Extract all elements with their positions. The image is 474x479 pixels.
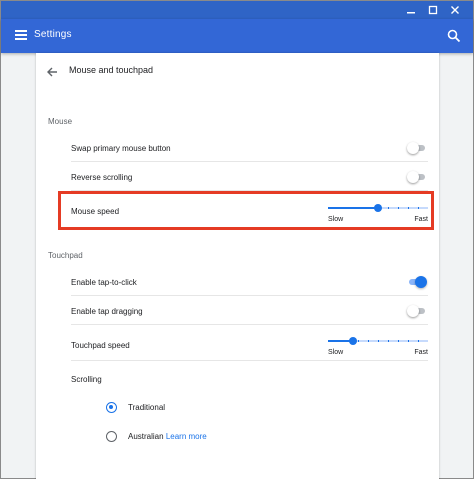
settings-card: Mouse and touchpad Mouse Swap primary mo… bbox=[36, 53, 439, 479]
tap-to-click-label: Enable tap-to-click bbox=[71, 278, 137, 287]
radio-australian[interactable] bbox=[106, 431, 117, 442]
tap-dragging-toggle[interactable] bbox=[407, 305, 427, 317]
highlight-box bbox=[58, 191, 434, 230]
slider-slow-label: Slow bbox=[328, 349, 344, 356]
slider-tick bbox=[408, 340, 409, 342]
hamburger-menu-icon[interactable] bbox=[15, 30, 27, 42]
slider-tick bbox=[388, 340, 389, 342]
slider-tick bbox=[378, 340, 379, 342]
touchpad-speed-slider[interactable]: Slow Fast bbox=[328, 336, 428, 360]
page-title: Mouse and touchpad bbox=[69, 65, 154, 75]
slider-tick bbox=[398, 340, 399, 342]
reverse-scrolling-label: Reverse scrolling bbox=[71, 173, 133, 182]
slider-tick bbox=[348, 340, 349, 342]
section-label-mouse: Mouse bbox=[48, 117, 73, 126]
reverse-scrolling-toggle[interactable] bbox=[407, 171, 427, 183]
page-header: Mouse and touchpad bbox=[36, 53, 439, 89]
slider-thumb[interactable] bbox=[349, 337, 357, 345]
slider-tick bbox=[358, 340, 359, 342]
scrolling-label: Scrolling bbox=[71, 375, 102, 384]
radio-traditional-label: Traditional bbox=[128, 403, 166, 412]
maximize-button[interactable] bbox=[425, 2, 441, 18]
divider bbox=[71, 360, 428, 361]
divider bbox=[71, 324, 428, 325]
app-bar: Settings bbox=[1, 19, 473, 53]
app-title: Settings bbox=[34, 29, 72, 40]
slider-tick bbox=[418, 340, 419, 342]
minimize-icon bbox=[407, 12, 415, 14]
slider-fast-label: Fast bbox=[414, 349, 428, 356]
section-label-touchpad: Touchpad bbox=[48, 251, 83, 260]
learn-more-link[interactable]: Learn more bbox=[166, 432, 207, 441]
back-arrow-icon[interactable] bbox=[46, 65, 58, 77]
minimize-button[interactable] bbox=[403, 2, 419, 18]
touchpad-speed-label: Touchpad speed bbox=[71, 341, 130, 350]
tap-to-click-toggle[interactable] bbox=[407, 276, 427, 288]
radio-traditional[interactable] bbox=[106, 402, 117, 413]
maximize-icon bbox=[428, 5, 438, 15]
close-icon bbox=[451, 6, 459, 14]
swap-mouse-button-label: Swap primary mouse button bbox=[71, 144, 171, 153]
divider bbox=[71, 295, 428, 296]
australian-text: Australian bbox=[128, 432, 164, 441]
close-button[interactable] bbox=[447, 2, 463, 18]
search-icon[interactable] bbox=[447, 29, 461, 43]
radio-australian-label: Australian Learn more bbox=[128, 432, 207, 441]
window-titlebar bbox=[1, 1, 473, 19]
divider bbox=[71, 161, 428, 162]
swap-mouse-button-toggle[interactable] bbox=[407, 142, 427, 154]
slider-tick bbox=[338, 340, 339, 342]
slider-tick bbox=[368, 340, 369, 342]
tap-dragging-label: Enable tap dragging bbox=[71, 307, 143, 316]
